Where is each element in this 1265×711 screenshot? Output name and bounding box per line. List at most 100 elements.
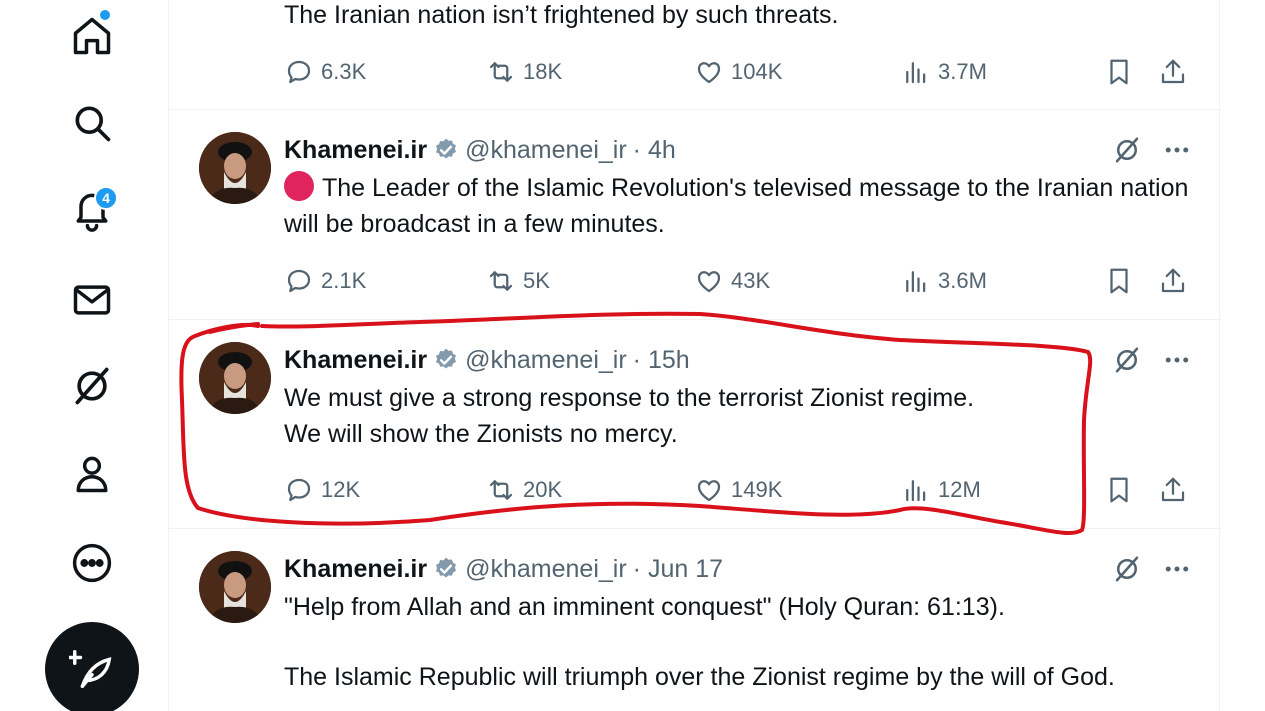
reply-button[interactable]: 6.3K bbox=[284, 54, 366, 90]
sidebar: 4 bbox=[0, 0, 180, 711]
tweet[interactable]: Khamenei.ir @khamenei_ir · 15h We must g… bbox=[169, 320, 1221, 529]
compose-button[interactable] bbox=[45, 622, 139, 711]
bookmark-icon bbox=[1110, 268, 1128, 294]
tweet-header: Khamenei.ir @khamenei_ir · 4h bbox=[284, 134, 676, 166]
bell-icon[interactable]: 4 bbox=[64, 182, 120, 238]
mail-icon[interactable] bbox=[64, 272, 120, 328]
share-button[interactable] bbox=[1158, 263, 1188, 299]
views-button[interactable]: 12M bbox=[901, 472, 981, 508]
tweet-header: Khamenei.ir @khamenei_ir · 15h bbox=[284, 344, 690, 376]
tweet-header: Khamenei.ir @khamenei_ir · Jun 17 bbox=[284, 553, 723, 585]
grok-icon[interactable] bbox=[1111, 344, 1143, 376]
notification-dot bbox=[100, 10, 110, 20]
repost-icon bbox=[489, 480, 513, 500]
more-options-icon[interactable] bbox=[1161, 134, 1193, 166]
tweet-actions: 2.1K 5K 43K 3.6M bbox=[284, 263, 1191, 299]
author-handle[interactable]: @khamenei_ir bbox=[465, 555, 627, 584]
grok-icon[interactable] bbox=[1111, 553, 1143, 585]
repost-count: 20K bbox=[523, 477, 563, 502]
grok-icon[interactable] bbox=[64, 358, 120, 414]
search-icon[interactable] bbox=[64, 95, 120, 151]
tweet-text: We must give a strong response to the te… bbox=[284, 380, 1204, 452]
share-icon bbox=[1161, 268, 1185, 293]
tweet-text: The Leader of the Islamic Revolution's t… bbox=[284, 170, 1204, 242]
reply-count: 6.3K bbox=[321, 59, 367, 84]
tweet-menu bbox=[1111, 553, 1193, 585]
author-handle[interactable]: @khamenei_ir bbox=[465, 136, 627, 165]
timeline: The Iranian nation isn’t frightened by s… bbox=[168, 0, 1221, 711]
share-button[interactable] bbox=[1158, 472, 1188, 508]
views-count: 3.6M bbox=[938, 268, 987, 293]
like-button[interactable]: 149K bbox=[694, 472, 782, 508]
like-button[interactable]: 43K bbox=[694, 263, 770, 299]
views-count: 12M bbox=[938, 477, 981, 502]
repost-icon bbox=[489, 62, 513, 82]
avatar[interactable] bbox=[199, 551, 271, 623]
repost-button[interactable]: 18K bbox=[486, 54, 562, 90]
bookmark-button[interactable] bbox=[1104, 54, 1134, 90]
views-count: 3.7M bbox=[938, 59, 987, 84]
tweet[interactable]: The Iranian nation isn’t frightened by s… bbox=[169, 0, 1221, 110]
home-icon[interactable] bbox=[64, 8, 120, 64]
tweet-time[interactable]: · 15h bbox=[633, 346, 690, 375]
bookmark-button[interactable] bbox=[1104, 263, 1134, 299]
bookmark-icon bbox=[1110, 59, 1128, 85]
heart-icon bbox=[697, 271, 721, 293]
more-options-icon[interactable] bbox=[1161, 344, 1193, 376]
reply-count: 12K bbox=[321, 477, 361, 502]
share-button[interactable] bbox=[1158, 54, 1188, 90]
red-circle-emoji bbox=[284, 171, 314, 201]
tweet-text: The Iranian nation isn’t frightened by s… bbox=[284, 1, 839, 29]
heart-icon bbox=[697, 62, 721, 84]
author-name[interactable]: Khamenei.ir bbox=[284, 555, 427, 584]
reply-icon bbox=[287, 269, 311, 293]
repost-icon bbox=[489, 271, 513, 291]
reply-button[interactable]: 2.1K bbox=[284, 263, 366, 299]
more-options-icon[interactable] bbox=[1161, 553, 1193, 585]
avatar[interactable] bbox=[199, 132, 271, 204]
tweet-text-line: The Islamic Republic will triumph over t… bbox=[284, 663, 1115, 691]
tweet-text-line: We will show the Zionists no mercy. bbox=[284, 420, 678, 448]
share-icon bbox=[1161, 59, 1185, 84]
repost-count: 18K bbox=[523, 59, 563, 84]
tweet-time[interactable]: · 4h bbox=[633, 136, 676, 165]
tweet-time[interactable]: · Jun 17 bbox=[633, 555, 723, 584]
repost-button[interactable]: 20K bbox=[486, 472, 562, 508]
tweet-text-line: We must give a strong response to the te… bbox=[284, 384, 975, 412]
more-icon[interactable] bbox=[64, 535, 120, 591]
avatar-image bbox=[199, 132, 271, 204]
share-icon bbox=[1161, 477, 1185, 502]
avatar-image bbox=[199, 342, 271, 414]
views-icon bbox=[906, 271, 926, 293]
notification-badge: 4 bbox=[94, 186, 118, 210]
author-name[interactable]: Khamenei.ir bbox=[284, 346, 427, 375]
repost-button[interactable]: 5K bbox=[486, 263, 550, 299]
author-name[interactable]: Khamenei.ir bbox=[284, 136, 427, 165]
grok-icon[interactable] bbox=[1111, 134, 1143, 166]
like-count: 149K bbox=[731, 477, 783, 502]
tweet[interactable]: Khamenei.ir @khamenei_ir · Jun 17 "Help … bbox=[169, 529, 1221, 711]
feather-plus-icon bbox=[69, 650, 112, 688]
reply-count: 2.1K bbox=[321, 268, 367, 293]
tweet[interactable]: Khamenei.ir @khamenei_ir · 4h The Leader… bbox=[169, 110, 1221, 320]
bookmark-icon bbox=[1110, 477, 1128, 503]
tweet-menu bbox=[1111, 134, 1193, 166]
heart-icon bbox=[697, 480, 721, 502]
like-count: 43K bbox=[731, 268, 771, 293]
tweet-text-line: "Help from Allah and an imminent conques… bbox=[284, 593, 1005, 621]
reply-icon bbox=[287, 60, 311, 84]
reply-button[interactable]: 12K bbox=[284, 472, 360, 508]
author-handle[interactable]: @khamenei_ir bbox=[465, 346, 627, 375]
views-button[interactable]: 3.6M bbox=[901, 263, 987, 299]
avatar[interactable] bbox=[199, 342, 271, 414]
verified-badge-icon bbox=[436, 138, 457, 159]
bookmark-button[interactable] bbox=[1104, 472, 1134, 508]
views-button[interactable]: 3.7M bbox=[901, 54, 987, 90]
tweet-text-content: The Leader of the Islamic Revolution's t… bbox=[284, 174, 1189, 238]
verified-badge-icon bbox=[436, 557, 457, 578]
avatar-image bbox=[199, 551, 271, 623]
views-icon bbox=[906, 62, 926, 84]
profile-icon[interactable] bbox=[64, 446, 120, 502]
like-button[interactable]: 104K bbox=[694, 54, 782, 90]
tweet-menu bbox=[1111, 344, 1193, 376]
